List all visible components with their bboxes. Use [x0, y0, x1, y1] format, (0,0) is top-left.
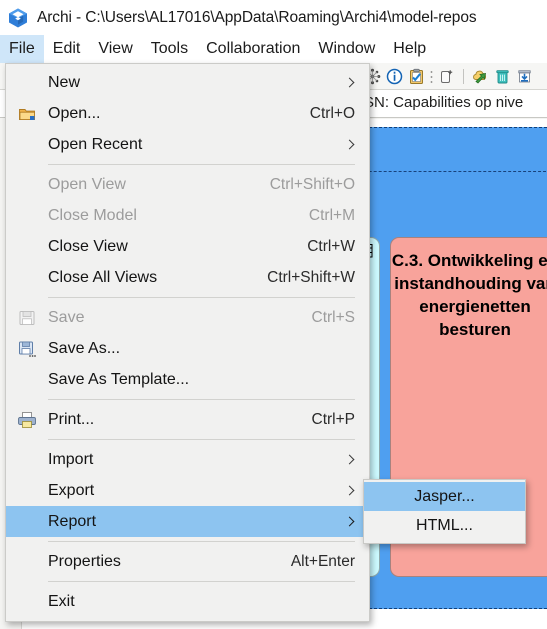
- menu-item-save: Save Ctrl+S: [6, 302, 369, 333]
- menu-item-label: Report: [48, 512, 97, 530]
- menubar-item-collaboration[interactable]: Collaboration: [197, 35, 309, 63]
- menu-item-label: Properties: [48, 552, 121, 570]
- menu-separator: [48, 164, 355, 165]
- menu-item-label: Close Model: [48, 206, 137, 224]
- new-model-icon[interactable]: [438, 68, 455, 85]
- menu-item-accelerator: Alt+Enter: [290, 552, 355, 570]
- menu-separator: [48, 399, 355, 400]
- menu-item-open-view: Open View Ctrl+Shift+O: [6, 169, 369, 200]
- menu-item-label: Exit: [48, 592, 75, 610]
- publish-cloud-icon[interactable]: [472, 68, 489, 85]
- menu-item-label: Open View: [48, 175, 126, 193]
- report-submenu: Jasper... HTML...: [363, 479, 526, 544]
- menu-item-accelerator: Ctrl+S: [311, 308, 356, 326]
- submenu-item-jasper[interactable]: Jasper...: [364, 482, 525, 511]
- menu-item-print[interactable]: Print... Ctrl+P: [6, 404, 369, 435]
- chevron-right-icon: [345, 76, 355, 90]
- toolbar-separator: [463, 69, 464, 84]
- menubar-item-edit[interactable]: Edit: [44, 35, 90, 63]
- menu-item-exit[interactable]: Exit: [6, 586, 369, 617]
- menu-separator: [48, 581, 355, 582]
- menu-item-accelerator: Ctrl+Shift+W: [267, 268, 355, 286]
- menu-item-save-as[interactable]: Save As...: [6, 333, 369, 364]
- menu-item-accelerator: Ctrl+P: [311, 410, 356, 428]
- chevron-right-icon: [345, 515, 355, 529]
- toolbar-drag-handle[interactable]: [430, 69, 433, 84]
- menu-item-open-recent[interactable]: Open Recent: [6, 129, 369, 160]
- archi-logo-icon: [7, 7, 29, 29]
- menubar-item-view[interactable]: View: [89, 35, 141, 63]
- chevron-right-icon: [345, 453, 355, 467]
- menu-separator: [48, 297, 355, 298]
- menu-bar: File Edit View Tools Collaboration Windo…: [0, 35, 547, 63]
- menubar-item-window[interactable]: Window: [309, 35, 384, 63]
- save-icon: [19, 310, 35, 325]
- toolbar-icon-group: [364, 65, 533, 88]
- menu-item-label: Close View: [48, 237, 128, 255]
- menu-item-label: Import: [48, 450, 94, 468]
- menu-item-label: Save: [48, 308, 85, 326]
- menu-item-export[interactable]: Export: [6, 475, 369, 506]
- submenu-item-html[interactable]: HTML...: [364, 511, 525, 540]
- menu-separator: [48, 439, 355, 440]
- menubar-item-help[interactable]: Help: [384, 35, 435, 63]
- open-folder-icon: [19, 108, 35, 120]
- menu-item-import[interactable]: Import: [6, 444, 369, 475]
- menubar-item-tools[interactable]: Tools: [142, 35, 197, 63]
- editor-tab-title[interactable]: SN: Capabilities op nive: [364, 94, 523, 111]
- chevron-right-icon: [345, 138, 355, 152]
- menu-item-accelerator: Ctrl+M: [308, 206, 355, 224]
- menu-item-report[interactable]: Report: [6, 506, 369, 537]
- info-icon[interactable]: [386, 68, 403, 85]
- file-dropdown-menu: New Open... Ctrl+O Open Recent Open View…: [5, 63, 370, 622]
- delete-trash-icon[interactable]: [494, 68, 511, 85]
- menu-item-open[interactable]: Open... Ctrl+O: [6, 98, 369, 129]
- menu-item-label: New: [48, 73, 81, 91]
- window-title: Archi - C:\Users\AL17016\AppData\Roaming…: [37, 8, 477, 26]
- menu-item-save-as-template[interactable]: Save As Template...: [6, 364, 369, 395]
- menu-item-accelerator: Ctrl+O: [309, 104, 355, 122]
- menu-item-label: Open...: [48, 104, 101, 122]
- menubar-item-file[interactable]: File: [0, 35, 44, 63]
- menu-item-label: Export: [48, 481, 95, 499]
- menu-item-label: Close All Views: [48, 268, 158, 286]
- menu-item-accelerator: Ctrl+W: [307, 237, 355, 255]
- menu-item-label: Save As...: [48, 339, 121, 357]
- save-as-icon: [19, 341, 36, 357]
- archi-application-window: Archi - C:\Users\AL17016\AppData\Roaming…: [0, 0, 547, 629]
- print-icon: [18, 411, 36, 428]
- capability-c3-label: C.3. Ontwikkeling en instandhouding van …: [391, 251, 547, 339]
- validator-icon[interactable]: [408, 68, 425, 85]
- menu-item-label: Save As Template...: [48, 370, 190, 388]
- menu-separator: [48, 541, 355, 542]
- menu-item-label: Print...: [48, 410, 95, 428]
- menu-item-close-model: Close Model Ctrl+M: [6, 200, 369, 231]
- import-download-icon[interactable]: [516, 68, 533, 85]
- menu-item-close-all-views[interactable]: Close All Views Ctrl+Shift+W: [6, 262, 369, 293]
- menu-item-label: Open Recent: [48, 135, 143, 153]
- chevron-right-icon: [345, 484, 355, 498]
- menu-item-accelerator: Ctrl+Shift+O: [269, 175, 355, 193]
- menu-item-close-view[interactable]: Close View Ctrl+W: [6, 231, 369, 262]
- menu-item-properties[interactable]: Properties Alt+Enter: [6, 546, 369, 577]
- menu-item-new[interactable]: New: [6, 67, 369, 98]
- window-titlebar: Archi - C:\Users\AL17016\AppData\Roaming…: [0, 0, 547, 35]
